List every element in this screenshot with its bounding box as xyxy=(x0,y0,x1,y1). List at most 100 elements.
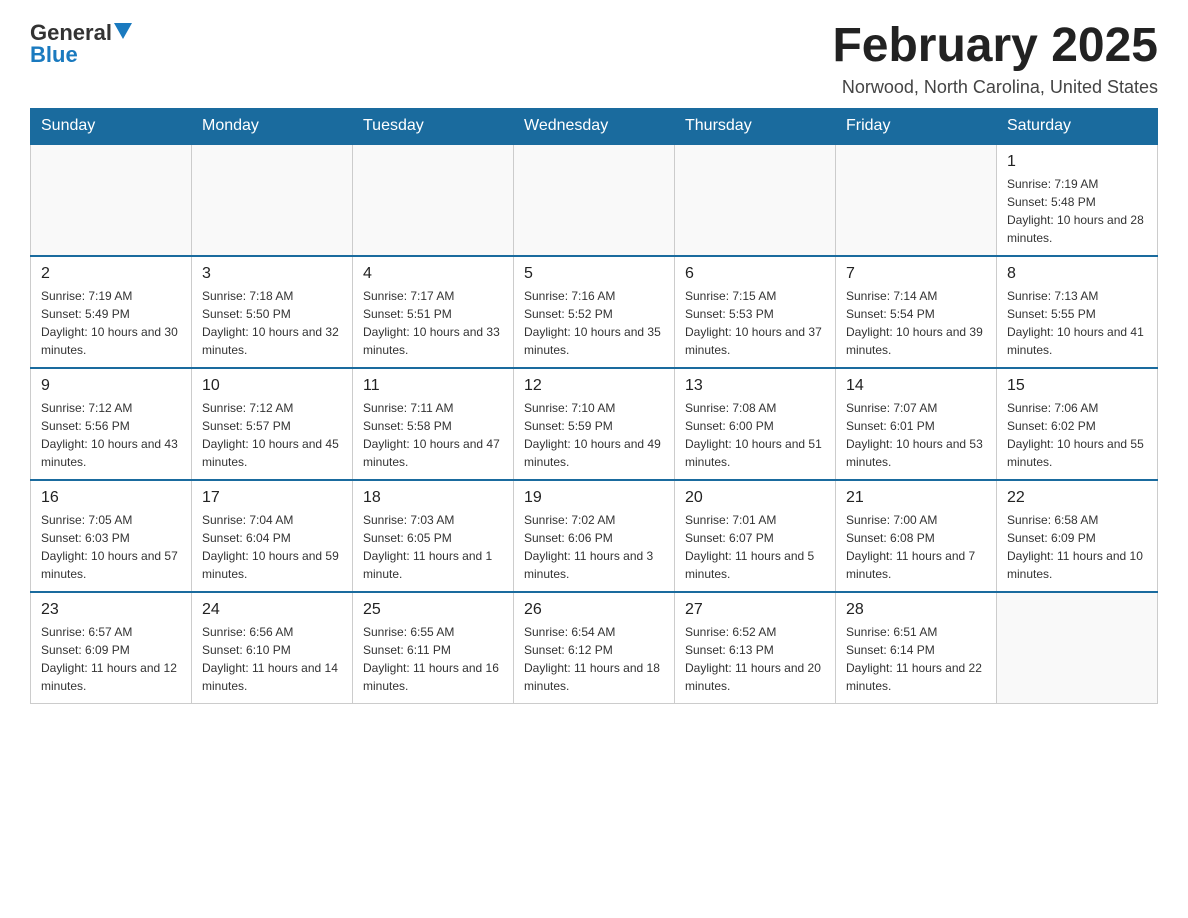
day-info: Sunrise: 7:05 AMSunset: 6:03 PMDaylight:… xyxy=(41,511,181,583)
location: Norwood, North Carolina, United States xyxy=(832,77,1158,98)
day-headers-row: SundayMondayTuesdayWednesdayThursdayFrid… xyxy=(31,108,1158,144)
day-info: Sunrise: 7:17 AMSunset: 5:51 PMDaylight:… xyxy=(363,287,503,359)
day-info: Sunrise: 7:06 AMSunset: 6:02 PMDaylight:… xyxy=(1007,399,1147,471)
day-info: Sunrise: 6:55 AMSunset: 6:11 PMDaylight:… xyxy=(363,623,503,695)
day-info: Sunrise: 7:08 AMSunset: 6:00 PMDaylight:… xyxy=(685,399,825,471)
calendar-cell: 12 Sunrise: 7:10 AMSunset: 5:59 PMDayligh… xyxy=(514,368,675,480)
day-number: 20 xyxy=(685,489,825,507)
day-info: Sunrise: 7:00 AMSunset: 6:08 PMDaylight:… xyxy=(846,511,986,583)
day-number: 10 xyxy=(202,377,342,395)
day-number: 12 xyxy=(524,377,664,395)
calendar-cell: 5 Sunrise: 7:16 AMSunset: 5:52 PMDaylight… xyxy=(514,256,675,368)
calendar-cell: 23 Sunrise: 6:57 AMSunset: 6:09 PMDayligh… xyxy=(31,592,192,704)
day-number: 3 xyxy=(202,265,342,283)
title-area: February 2025 Norwood, North Carolina, U… xyxy=(832,20,1158,98)
calendar-cell xyxy=(997,592,1158,704)
day-info: Sunrise: 7:03 AMSunset: 6:05 PMDaylight:… xyxy=(363,511,503,583)
day-info: Sunrise: 7:10 AMSunset: 5:59 PMDaylight:… xyxy=(524,399,664,471)
day-info: Sunrise: 7:16 AMSunset: 5:52 PMDaylight:… xyxy=(524,287,664,359)
calendar-table: SundayMondayTuesdayWednesdayThursdayFrid… xyxy=(30,108,1158,704)
logo-blue: Blue xyxy=(30,42,78,68)
calendar-cell xyxy=(192,144,353,256)
day-info: Sunrise: 6:57 AMSunset: 6:09 PMDaylight:… xyxy=(41,623,181,695)
day-number: 28 xyxy=(846,601,986,619)
calendar-cell: 26 Sunrise: 6:54 AMSunset: 6:12 PMDayligh… xyxy=(514,592,675,704)
calendar-cell: 19 Sunrise: 7:02 AMSunset: 6:06 PMDayligh… xyxy=(514,480,675,592)
day-info: Sunrise: 7:11 AMSunset: 5:58 PMDaylight:… xyxy=(363,399,503,471)
calendar-cell xyxy=(353,144,514,256)
calendar-cell: 20 Sunrise: 7:01 AMSunset: 6:07 PMDayligh… xyxy=(675,480,836,592)
day-info: Sunrise: 7:14 AMSunset: 5:54 PMDaylight:… xyxy=(846,287,986,359)
calendar-week-4: 16 Sunrise: 7:05 AMSunset: 6:03 PMDayligh… xyxy=(31,480,1158,592)
calendar-cell xyxy=(675,144,836,256)
day-info: Sunrise: 7:19 AMSunset: 5:49 PMDaylight:… xyxy=(41,287,181,359)
day-number: 7 xyxy=(846,265,986,283)
calendar-cell: 1 Sunrise: 7:19 AMSunset: 5:48 PMDaylight… xyxy=(997,144,1158,256)
calendar-header: SundayMondayTuesdayWednesdayThursdayFrid… xyxy=(31,108,1158,144)
logo: General Blue xyxy=(30,20,132,68)
day-info: Sunrise: 6:54 AMSunset: 6:12 PMDaylight:… xyxy=(524,623,664,695)
day-info: Sunrise: 6:52 AMSunset: 6:13 PMDaylight:… xyxy=(685,623,825,695)
day-info: Sunrise: 6:58 AMSunset: 6:09 PMDaylight:… xyxy=(1007,511,1147,583)
day-header-wednesday: Wednesday xyxy=(514,108,675,144)
day-header-saturday: Saturday xyxy=(997,108,1158,144)
day-header-sunday: Sunday xyxy=(31,108,192,144)
day-number: 26 xyxy=(524,601,664,619)
day-number: 1 xyxy=(1007,153,1147,171)
day-number: 18 xyxy=(363,489,503,507)
day-info: Sunrise: 7:12 AMSunset: 5:57 PMDaylight:… xyxy=(202,399,342,471)
day-info: Sunrise: 6:51 AMSunset: 6:14 PMDaylight:… xyxy=(846,623,986,695)
calendar-cell: 10 Sunrise: 7:12 AMSunset: 5:57 PMDayligh… xyxy=(192,368,353,480)
calendar-cell: 9 Sunrise: 7:12 AMSunset: 5:56 PMDaylight… xyxy=(31,368,192,480)
calendar-cell xyxy=(514,144,675,256)
day-number: 17 xyxy=(202,489,342,507)
calendar-cell: 13 Sunrise: 7:08 AMSunset: 6:00 PMDayligh… xyxy=(675,368,836,480)
day-number: 22 xyxy=(1007,489,1147,507)
day-number: 5 xyxy=(524,265,664,283)
day-info: Sunrise: 7:18 AMSunset: 5:50 PMDaylight:… xyxy=(202,287,342,359)
calendar-cell: 18 Sunrise: 7:03 AMSunset: 6:05 PMDayligh… xyxy=(353,480,514,592)
day-number: 14 xyxy=(846,377,986,395)
logo-triangle-icon xyxy=(114,23,132,41)
day-number: 11 xyxy=(363,377,503,395)
day-info: Sunrise: 7:13 AMSunset: 5:55 PMDaylight:… xyxy=(1007,287,1147,359)
day-info: Sunrise: 7:15 AMSunset: 5:53 PMDaylight:… xyxy=(685,287,825,359)
calendar-body: 1 Sunrise: 7:19 AMSunset: 5:48 PMDaylight… xyxy=(31,144,1158,704)
day-number: 16 xyxy=(41,489,181,507)
day-number: 27 xyxy=(685,601,825,619)
calendar-cell: 21Sunrise: 7:00 AMSunset: 6:08 PMDayligh… xyxy=(836,480,997,592)
day-number: 8 xyxy=(1007,265,1147,283)
day-number: 23 xyxy=(41,601,181,619)
day-number: 24 xyxy=(202,601,342,619)
calendar-cell: 11 Sunrise: 7:11 AMSunset: 5:58 PMDayligh… xyxy=(353,368,514,480)
day-info: Sunrise: 7:01 AMSunset: 6:07 PMDaylight:… xyxy=(685,511,825,583)
calendar-week-3: 9 Sunrise: 7:12 AMSunset: 5:56 PMDaylight… xyxy=(31,368,1158,480)
day-number: 25 xyxy=(363,601,503,619)
calendar-cell: 27 Sunrise: 6:52 AMSunset: 6:13 PMDayligh… xyxy=(675,592,836,704)
calendar-cell: 15 Sunrise: 7:06 AMSunset: 6:02 PMDayligh… xyxy=(997,368,1158,480)
calendar-cell: 3 Sunrise: 7:18 AMSunset: 5:50 PMDaylight… xyxy=(192,256,353,368)
calendar-cell: 14 Sunrise: 7:07 AMSunset: 6:01 PMDayligh… xyxy=(836,368,997,480)
day-number: 9 xyxy=(41,377,181,395)
calendar-cell: 8 Sunrise: 7:13 AMSunset: 5:55 PMDaylight… xyxy=(997,256,1158,368)
day-number: 4 xyxy=(363,265,503,283)
calendar-week-1: 1 Sunrise: 7:19 AMSunset: 5:48 PMDaylight… xyxy=(31,144,1158,256)
day-info: Sunrise: 7:12 AMSunset: 5:56 PMDaylight:… xyxy=(41,399,181,471)
calendar-week-2: 2 Sunrise: 7:19 AMSunset: 5:49 PMDaylight… xyxy=(31,256,1158,368)
day-number: 2 xyxy=(41,265,181,283)
day-header-monday: Monday xyxy=(192,108,353,144)
day-header-friday: Friday xyxy=(836,108,997,144)
calendar-cell: 24 Sunrise: 6:56 AMSunset: 6:10 PMDayligh… xyxy=(192,592,353,704)
calendar-cell: 22 Sunrise: 6:58 AMSunset: 6:09 PMDayligh… xyxy=(997,480,1158,592)
calendar-cell: 4 Sunrise: 7:17 AMSunset: 5:51 PMDaylight… xyxy=(353,256,514,368)
day-info: Sunrise: 6:56 AMSunset: 6:10 PMDaylight:… xyxy=(202,623,342,695)
day-number: 13 xyxy=(685,377,825,395)
day-number: 19 xyxy=(524,489,664,507)
calendar-cell: 6Sunrise: 7:15 AMSunset: 5:53 PMDaylight… xyxy=(675,256,836,368)
day-info: Sunrise: 7:07 AMSunset: 6:01 PMDaylight:… xyxy=(846,399,986,471)
day-number: 15 xyxy=(1007,377,1147,395)
calendar-cell: 16 Sunrise: 7:05 AMSunset: 6:03 PMDayligh… xyxy=(31,480,192,592)
day-info: Sunrise: 7:02 AMSunset: 6:06 PMDaylight:… xyxy=(524,511,664,583)
day-header-thursday: Thursday xyxy=(675,108,836,144)
day-info: Sunrise: 7:19 AMSunset: 5:48 PMDaylight:… xyxy=(1007,175,1147,247)
